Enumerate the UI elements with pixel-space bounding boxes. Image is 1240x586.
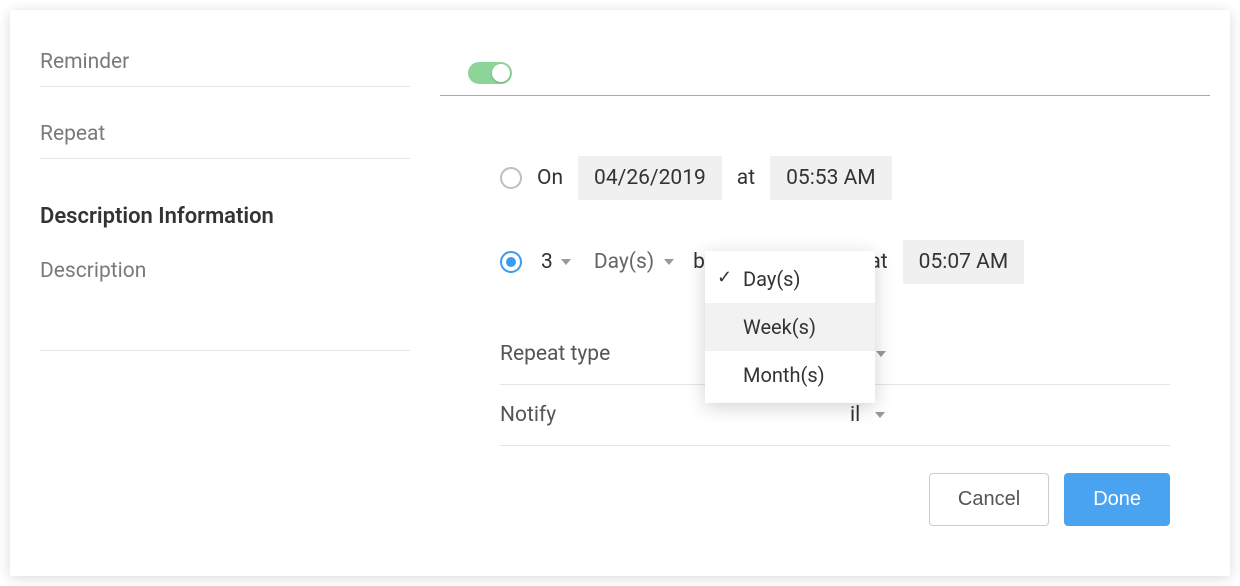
radio-on-date[interactable]	[500, 167, 522, 189]
chevron-down-icon	[875, 412, 885, 418]
on-at-label: at	[737, 166, 755, 190]
cancel-button[interactable]: Cancel	[929, 473, 1049, 526]
repeat-field-row: Repeat	[40, 122, 410, 159]
chevron-down-icon	[664, 259, 674, 265]
toggle-knob	[492, 64, 510, 82]
notify-label: Notify	[500, 403, 640, 427]
unit-dropdown-menu: Day(s) Week(s) Month(s)	[705, 251, 875, 403]
unit-value: Day(s)	[594, 250, 654, 274]
number-select[interactable]: 3	[537, 250, 575, 274]
done-button[interactable]: Done	[1064, 473, 1170, 526]
repeat-label: Repeat	[40, 122, 410, 158]
button-row: Cancel Done	[929, 473, 1170, 526]
chevron-down-icon	[876, 351, 886, 357]
description-field-row: Description	[40, 259, 410, 351]
unit-select[interactable]: Day(s)	[590, 250, 678, 274]
radio-before-due[interactable]	[500, 251, 522, 273]
dropdown-item-months[interactable]: Month(s)	[705, 351, 875, 399]
repeat-type-label: Repeat type	[500, 342, 640, 366]
date-input[interactable]: 04/26/2019	[578, 156, 722, 200]
form-panel: Reminder Repeat Description Information …	[10, 10, 1230, 576]
dropdown-item-weeks[interactable]: Week(s)	[705, 303, 875, 351]
left-column: Reminder Repeat Description Information …	[10, 10, 440, 391]
number-value: 3	[541, 250, 553, 274]
dropdown-item-days[interactable]: Day(s)	[705, 255, 875, 303]
description-label: Description	[40, 259, 410, 295]
reminder-field-row: Reminder	[40, 50, 410, 87]
notify-select[interactable]: il	[850, 403, 885, 427]
description-section-heading: Description Information	[40, 204, 410, 229]
time-input-on[interactable]: 05:53 AM	[770, 156, 892, 200]
chevron-down-icon	[561, 259, 571, 265]
reminder-toggle[interactable]	[468, 62, 512, 84]
notify-value-partial: il	[850, 403, 860, 427]
reminder-settings-panel: On 04/26/2019 at 05:53 AM 3 Day(s) befor…	[440, 95, 1210, 556]
on-prefix: On	[537, 166, 563, 190]
time-input-before[interactable]: 05:07 AM	[903, 240, 1025, 284]
reminder-label: Reminder	[40, 50, 410, 86]
reminder-option-on-row: On 04/26/2019 at 05:53 AM	[500, 156, 1170, 200]
